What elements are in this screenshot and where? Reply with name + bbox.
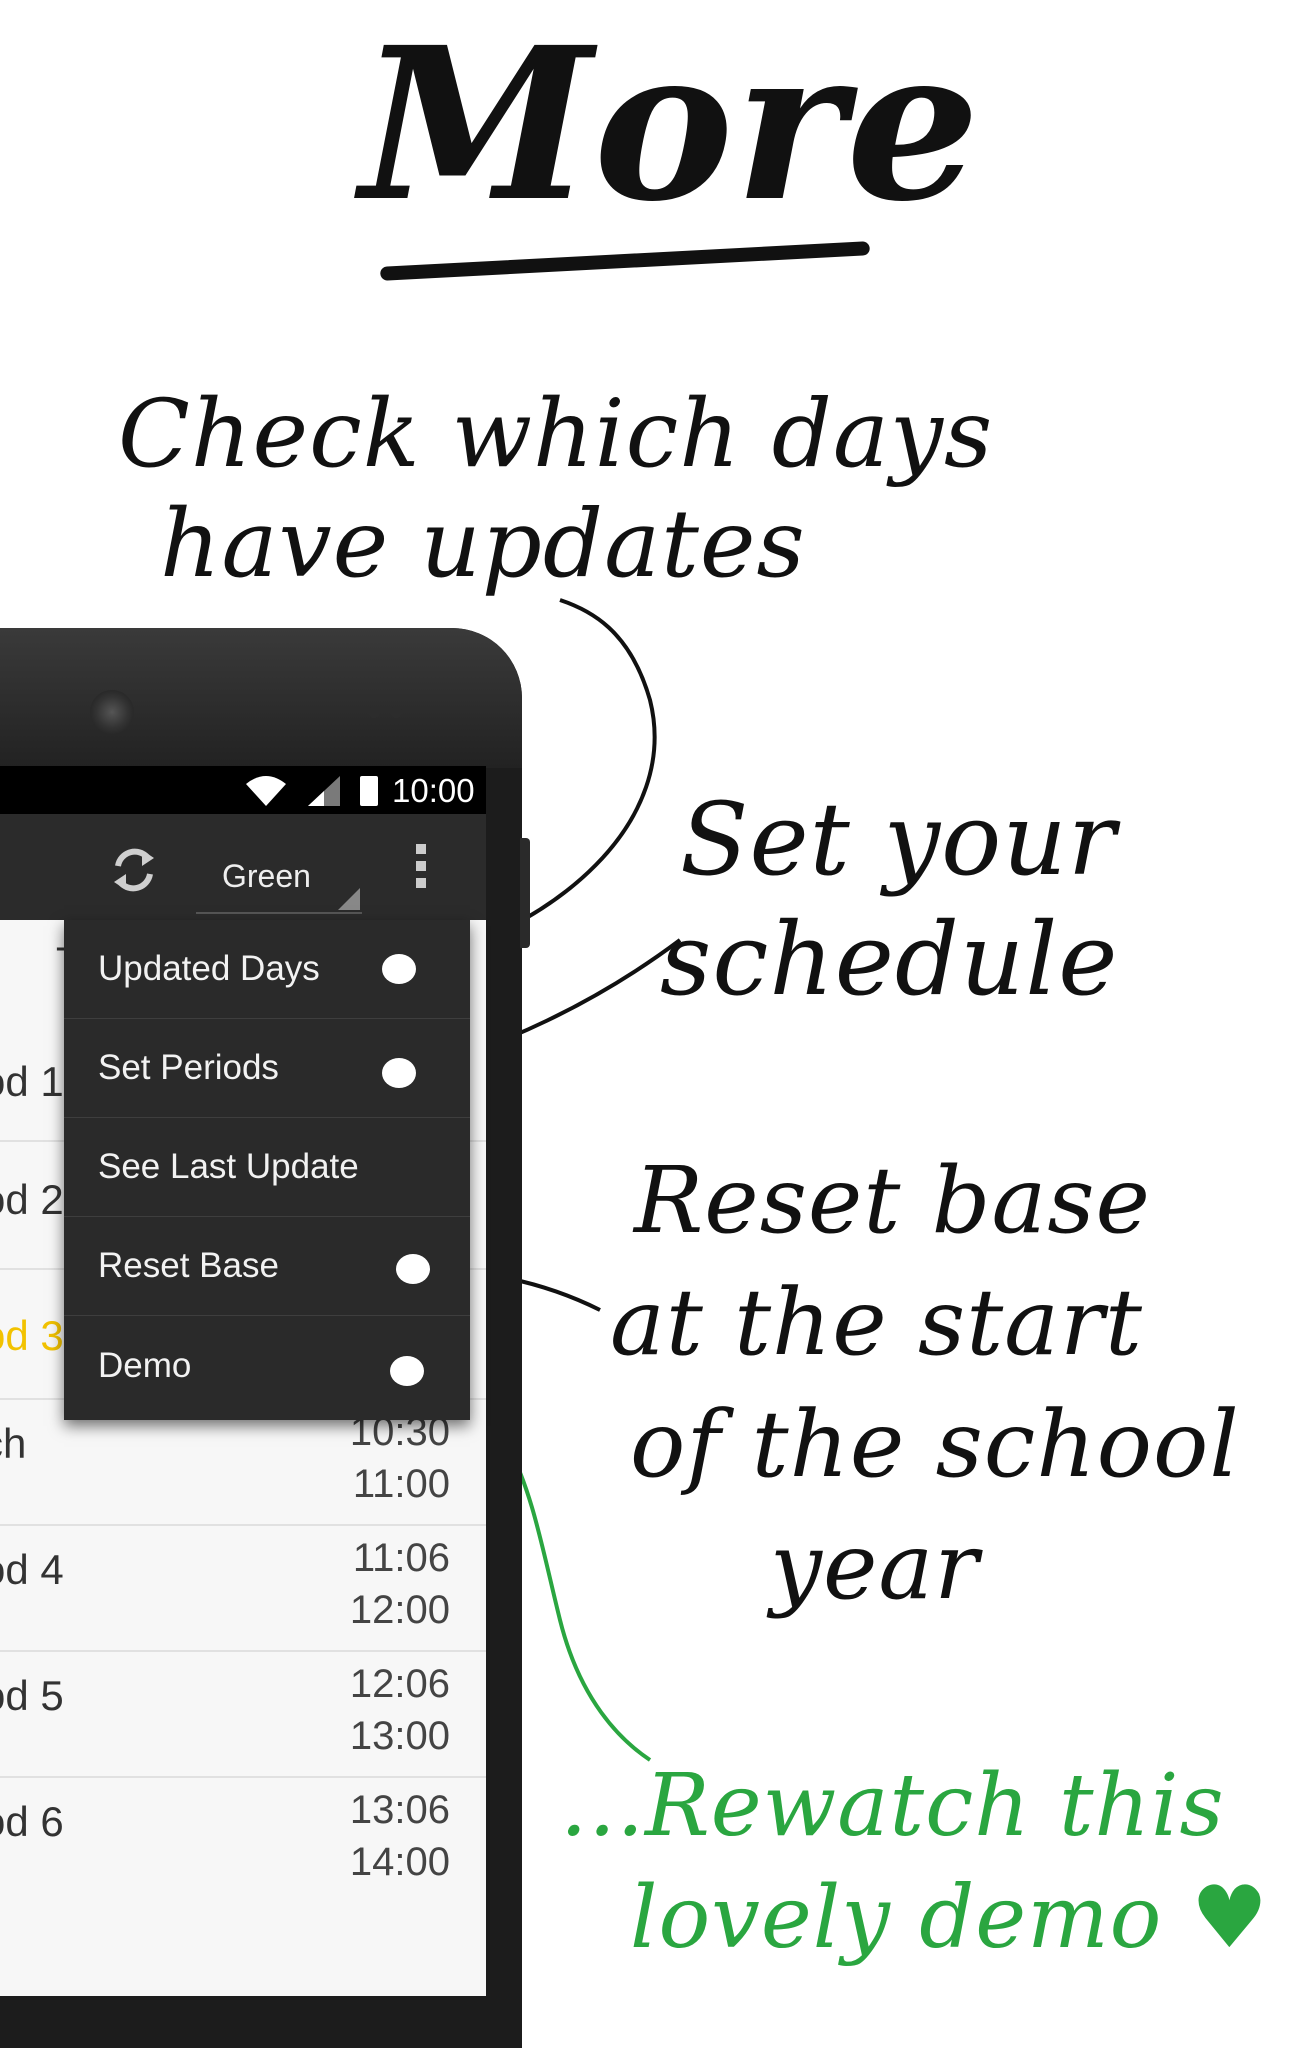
menu-item-label: See Last Update <box>98 1147 359 1186</box>
row-start-time: 13:06 <box>349 1788 450 1832</box>
phone-side-button <box>520 838 530 948</box>
table-row[interactable]: od 4 11:06 12:00 <box>0 1526 486 1652</box>
row-end-time: 12:00 <box>349 1588 450 1632</box>
annotation-dot-updated-days <box>382 954 416 984</box>
row-end-time: 11:00 <box>352 1462 450 1506</box>
phone-top-bezel <box>0 628 522 768</box>
dropdown-corner-icon <box>338 888 360 910</box>
row-start-time: 12:06 <box>349 1662 450 1706</box>
menu-item-label: Set Periods <box>98 1048 279 1087</box>
menu-item-label: Demo <box>98 1345 192 1385</box>
menu-item-label: Reset Base <box>98 1246 279 1285</box>
menu-item-label: Updated Days <box>98 949 320 988</box>
row-end-time: 14:00 <box>349 1840 450 1884</box>
row-name: od 1 <box>0 1058 64 1105</box>
row-name: od 4 <box>0 1546 64 1593</box>
annotation-dot-reset-base <box>396 1254 430 1284</box>
table-row[interactable]: od 5 12:06 13:00 <box>0 1652 486 1778</box>
annotation-dot-set-periods <box>382 1058 416 1088</box>
schedule-selector-label: Green <box>222 858 311 894</box>
battery-icon <box>360 776 378 806</box>
row-name: od 5 <box>0 1672 64 1719</box>
phone-sensor <box>390 706 402 718</box>
row-start-time: 11:06 <box>352 1536 450 1580</box>
signal-icon <box>308 776 340 806</box>
table-row[interactable]: od 6 13:06 14:00 <box>0 1778 486 1918</box>
action-bar: Green <box>0 814 486 920</box>
row-name: od 3 <box>0 1312 64 1359</box>
wifi-icon <box>246 776 286 806</box>
row-name: od 2 <box>0 1176 64 1223</box>
row-name: od 6 <box>0 1798 64 1845</box>
refresh-icon[interactable] <box>108 844 160 896</box>
schedule-selector[interactable]: Green <box>196 832 362 914</box>
menu-item-see-last-update[interactable]: See Last Update <box>64 1118 470 1217</box>
phone-sensor <box>368 706 380 718</box>
annotation-dot-demo <box>390 1356 424 1386</box>
status-bar: 10:00 <box>0 766 486 814</box>
overflow-menu-icon[interactable] <box>414 844 428 894</box>
row-end-time: 13:00 <box>349 1714 450 1758</box>
phone-speaker <box>90 690 134 734</box>
status-time: 10:00 <box>392 772 475 809</box>
row-name: ch <box>0 1420 27 1467</box>
overflow-menu: Updated Days Set Periods See Last Update… <box>64 920 470 1420</box>
